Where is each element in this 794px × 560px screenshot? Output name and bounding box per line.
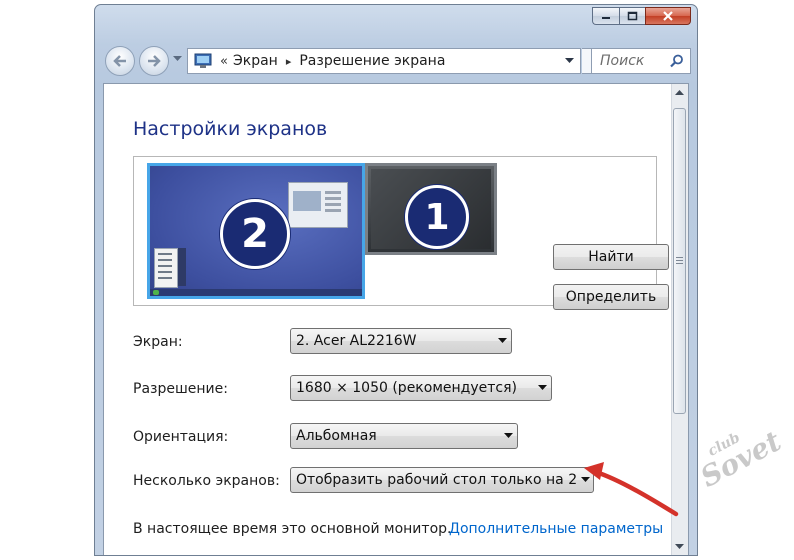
multiple-displays-dropdown[interactable]: Отобразить рабочий стол только на 2 — [290, 467, 594, 493]
orientation-label: Ориентация: — [133, 429, 229, 445]
mini-taskbar — [150, 289, 362, 296]
address-bar[interactable]: « Экран ▸ Разрешение экрана — [187, 48, 581, 74]
chevron-down-icon — [533, 385, 551, 391]
orientation-dropdown[interactable]: Альбомная — [290, 423, 518, 449]
resolution-dropdown[interactable]: 1680 × 1050 (рекомендуется) — [290, 375, 552, 401]
monitor-preview-area: 2 1 Найти Определить — [133, 156, 669, 310]
primary-monitor-status: В настоящее время это основной монитор. — [133, 521, 452, 537]
caption-buttons — [592, 7, 691, 25]
search-placeholder[interactable]: Поиск — [600, 53, 670, 69]
maximize-icon — [627, 11, 638, 21]
mini-start-orb-icon — [153, 290, 159, 295]
navigation-bar: « Экран ▸ Разрешение экрана Поиск — [103, 43, 691, 79]
multiple-displays-label: Несколько экранов: — [133, 473, 280, 489]
breadcrumb-separator-icon[interactable]: ▸ — [286, 55, 292, 68]
scrollbar-thumb[interactable] — [673, 108, 686, 414]
breadcrumb-root-chevron[interactable]: « — [220, 54, 228, 69]
resolution-dropdown-value: 1680 × 1050 (рекомендуется) — [296, 380, 517, 396]
forward-arrow-icon — [148, 55, 161, 67]
find-button[interactable]: Найти — [553, 244, 669, 270]
mini-start-menu-thumbnail — [154, 248, 178, 288]
orientation-dropdown-value: Альбомная — [296, 428, 377, 444]
watermark-logo: club Sovet — [690, 413, 794, 508]
search-box[interactable]: Поиск — [591, 48, 691, 74]
close-icon — [663, 11, 673, 21]
breadcrumb-item-resolution[interactable]: Разрешение экрана — [299, 53, 445, 69]
chevron-down-icon — [493, 338, 511, 344]
back-arrow-icon — [113, 55, 126, 67]
screen-dropdown-value: 2. Acer AL2216W — [296, 333, 417, 349]
monitor-1-preview[interactable]: 1 — [365, 163, 497, 255]
scrollbar-grip-icon — [676, 257, 683, 266]
display-control-panel-icon — [194, 53, 212, 69]
page-title: Настройки экранов — [133, 118, 328, 140]
red-annotation-arrow-icon — [584, 462, 679, 517]
back-button[interactable] — [105, 46, 135, 76]
monitor-1-screen: 1 — [371, 169, 491, 249]
multiple-displays-dropdown-value: Отобразить рабочий стол только на 2 — [296, 472, 578, 488]
recent-pages-chevron-down-icon[interactable] — [173, 56, 182, 62]
minimize-button[interactable] — [592, 7, 619, 25]
minimize-icon — [602, 17, 610, 19]
monitor-2-number-badge: 2 — [220, 199, 290, 269]
identify-button[interactable]: Определить — [553, 284, 669, 310]
scroll-up-arrow-icon[interactable] — [675, 90, 684, 96]
chevron-down-icon — [499, 433, 517, 439]
maximize-button[interactable] — [619, 7, 645, 25]
scroll-down-arrow-icon[interactable] — [675, 544, 684, 550]
advanced-settings-link[interactable]: Дополнительные параметры — [449, 521, 663, 537]
address-history-chevron-down-icon[interactable] — [565, 58, 574, 64]
mini-window-thumbnail — [288, 182, 348, 228]
forward-button[interactable] — [139, 46, 169, 76]
monitor-2-preview[interactable]: 2 — [147, 163, 365, 299]
screen-dropdown[interactable]: 2. Acer AL2216W — [290, 328, 512, 354]
close-button[interactable] — [645, 7, 691, 25]
mini-sidebar-thumbnail — [178, 248, 186, 286]
monitor-1-number-badge: 1 — [405, 185, 469, 249]
resolution-label: Разрешение: — [133, 381, 228, 397]
screen-label: Экран: — [133, 334, 183, 350]
breadcrumb-item-screen[interactable]: Экран — [233, 53, 278, 69]
monitor-2-screen: 2 — [150, 166, 362, 296]
magnifier-icon[interactable] — [670, 54, 684, 68]
